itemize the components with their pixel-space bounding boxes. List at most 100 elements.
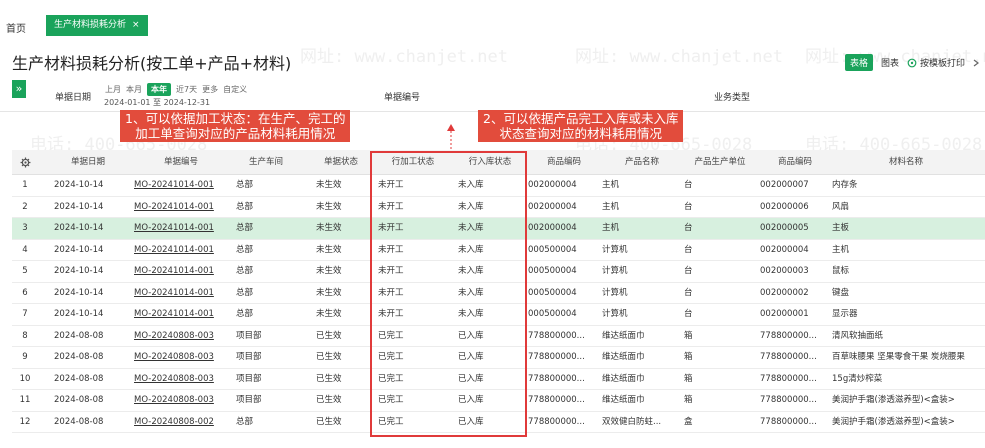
date-filter-label: 单据日期 (55, 93, 92, 103)
table-cell: 台 (684, 287, 693, 298)
chevron-icon[interactable] (973, 59, 979, 67)
table-cell: 1 (22, 180, 28, 190)
table-cell: 主机 (602, 201, 620, 212)
column-header-3[interactable]: 生产车间 (228, 150, 296, 174)
doc-number-link[interactable]: MO-20240808-003 (122, 369, 228, 390)
table-cell: 内存条 (832, 180, 858, 190)
column-header-9[interactable]: 产品生产单位 (682, 150, 756, 174)
tab-bar: 首页 生产材料损耗分析 × (0, 0, 985, 40)
date-preset-1[interactable]: 本月 (126, 84, 142, 95)
doc-number-link[interactable]: MO-20241014-001 (122, 240, 228, 261)
doc-number-link[interactable]: MO-20240808-003 (122, 390, 228, 411)
column-header-10[interactable]: 商品编码 (756, 150, 830, 174)
doc-no-label: 单据编号 (384, 93, 421, 103)
table-cell: 778800000... (528, 330, 585, 341)
table-cell: 002000004 (528, 223, 577, 233)
settings-icon-cell[interactable] (12, 150, 38, 174)
table-cell: 主机 (832, 244, 850, 255)
date-preset-2[interactable]: 本年 (147, 83, 171, 96)
table-cell: 总部 (236, 416, 254, 427)
table-cell: 4 (22, 244, 28, 255)
date-preset-5[interactable]: 自定义 (223, 84, 247, 95)
doc-number-link[interactable]: MO-20241014-001 (122, 261, 228, 282)
date-range-value[interactable]: 2024-01-01 至 2024-12-31 (104, 97, 210, 108)
table-cell: 台 (684, 180, 693, 190)
print-template-button[interactable]: 按模板打印 (907, 56, 965, 69)
date-preset-3[interactable]: 近7天 (176, 84, 197, 95)
table-cell: 11 (19, 395, 31, 405)
table-cell: 2024-10-14 (54, 180, 104, 190)
table-cell: 778800000... (760, 330, 817, 341)
table-cell: 美润护手霜(渗透滋养型)<盒装> (832, 416, 955, 427)
table-cell: 箱 (684, 330, 693, 341)
watermark-text: 网址: www.chanjet.net (300, 47, 508, 67)
doc-number-link[interactable]: MO-20240808-003 (122, 326, 228, 347)
table-cell: 000500004 (528, 287, 577, 298)
table-cell: 百草味腰果 坚果零食干果 炭烧腰果 (832, 352, 965, 362)
doc-number-link[interactable]: MO-20241014-001 (122, 218, 228, 239)
table-cell: 2024-08-08 (54, 352, 104, 362)
tab-home[interactable]: 首页 (6, 20, 26, 35)
gear-icon[interactable] (20, 157, 31, 168)
page-title: 生产材料损耗分析(按工单+产品+材料) (12, 54, 292, 73)
table-cell: 台 (684, 266, 693, 276)
table-cell: 未生效 (316, 180, 342, 190)
date-preset-0[interactable]: 上月 (105, 84, 121, 95)
table-cell: 002000004 (760, 244, 809, 255)
table-cell: 000500004 (528, 244, 577, 255)
doc-number-link[interactable]: MO-20241014-001 (122, 197, 228, 218)
table-cell: 计算机 (602, 244, 628, 255)
column-header-7[interactable]: 商品编码 (522, 150, 600, 174)
filter-toggle-button[interactable]: » (12, 80, 26, 98)
table-cell: 8 (22, 330, 28, 341)
doc-number-link[interactable]: MO-20240808-002 (122, 412, 228, 433)
table-cell: 778800000... (528, 416, 585, 427)
table-cell: 2024-08-08 (54, 416, 104, 427)
table-cell: 维达纸面巾 (602, 373, 645, 384)
table-cell: 盒 (684, 416, 693, 427)
table-cell: 12 (19, 416, 31, 427)
close-icon[interactable]: × (132, 15, 140, 36)
watermark-text: 网址: www.chanjet.net (575, 47, 783, 67)
table-cell: 2024-10-14 (54, 244, 104, 255)
table-cell: 鼠标 (832, 266, 850, 276)
table-cell: 清风软抽面纸 (832, 330, 884, 341)
doc-number-link[interactable]: MO-20241014-001 (122, 304, 228, 325)
column-header-4[interactable]: 单据状态 (296, 150, 366, 174)
table-cell: 台 (684, 201, 693, 212)
table-cell: 000500004 (528, 309, 577, 319)
chart-view-button[interactable]: 图表 (881, 56, 899, 69)
table-cell: 总部 (236, 309, 254, 319)
column-header-8[interactable]: 产品名称 (600, 150, 682, 174)
table-cell: 002000002 (760, 287, 809, 298)
table-cell: 778800000... (760, 416, 817, 427)
table-cell: 箱 (684, 373, 693, 384)
table-cell: 计算机 (602, 266, 628, 276)
column-header-2[interactable]: 单据编号 (122, 150, 228, 174)
table-cell: 键盘 (832, 287, 850, 298)
table-cell: 总部 (236, 287, 254, 298)
date-preset-4[interactable]: 更多 (202, 84, 218, 95)
doc-number-link[interactable]: MO-20241014-001 (122, 175, 228, 196)
table-cell: 15g清炒榨菜 (832, 373, 883, 384)
table-cell: 778800000... (760, 352, 817, 362)
column-header-1[interactable]: 单据日期 (38, 150, 122, 174)
column-header-11[interactable]: 材料名称 (830, 150, 980, 174)
table-cell: 箱 (684, 395, 693, 405)
table-cell: 项目部 (236, 373, 262, 384)
doc-number-link[interactable]: MO-20240808-003 (122, 347, 228, 368)
tab-material-loss[interactable]: 生产材料损耗分析 × (46, 15, 148, 36)
doc-number-link[interactable]: MO-20241014-001 (122, 283, 228, 304)
table-cell: 美润护手霜(渗透滋养型)<盒装> (832, 395, 955, 405)
table-cell: 项目部 (236, 330, 262, 341)
table-view-button[interactable]: 表格 (844, 54, 873, 71)
print-template-label: 按模板打印 (919, 59, 965, 69)
table-cell: 台 (684, 244, 693, 255)
table-cell: 箱 (684, 352, 693, 362)
table-cell: 002000004 (528, 180, 577, 190)
table-cell: 2024-10-14 (54, 287, 104, 298)
table-cell: 2024-08-08 (54, 330, 104, 341)
table-cell: 项目部 (236, 352, 262, 362)
table-cell: 778800000... (528, 352, 585, 362)
table-cell: 总部 (236, 180, 254, 190)
